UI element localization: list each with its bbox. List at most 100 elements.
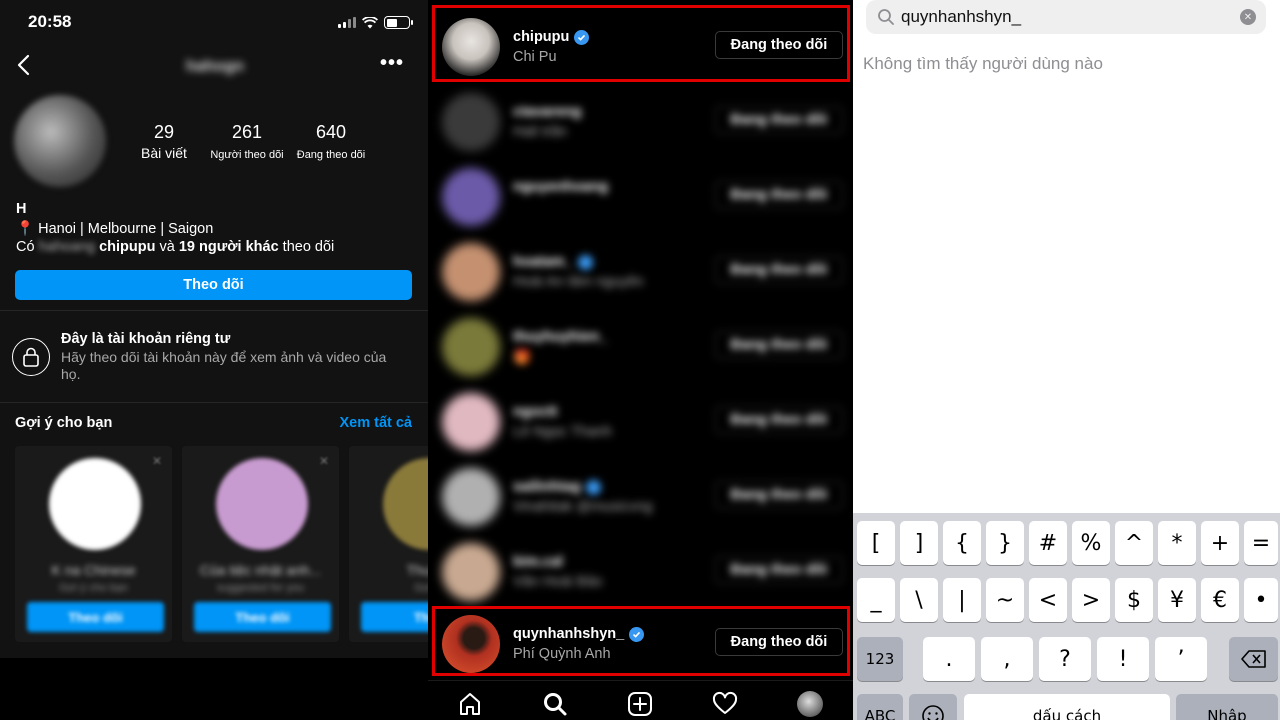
following-button[interactable]: Đang theo dõi bbox=[715, 106, 843, 134]
clear-icon[interactable]: ✕ bbox=[1240, 9, 1256, 25]
profile-tab-avatar[interactable] bbox=[796, 690, 824, 718]
following-button[interactable]: Đang theo dõi bbox=[715, 406, 843, 434]
space-key[interactable]: dấu cách bbox=[964, 694, 1170, 720]
suggestion-avatar bbox=[216, 458, 308, 550]
key[interactable]: * bbox=[1158, 521, 1196, 565]
key[interactable]: , bbox=[981, 637, 1033, 681]
key[interactable]: ¥ bbox=[1158, 578, 1196, 622]
key[interactable]: \ bbox=[900, 578, 938, 622]
key[interactable]: ! bbox=[1097, 637, 1149, 681]
back-icon[interactable] bbox=[14, 52, 36, 78]
home-icon[interactable] bbox=[456, 690, 484, 718]
suggestion-avatar bbox=[49, 458, 141, 550]
key[interactable]: ’ bbox=[1155, 637, 1207, 681]
key[interactable]: • bbox=[1244, 578, 1278, 622]
suggestion-sub: Gợi ý bbox=[414, 582, 428, 594]
full-name: 🎁 bbox=[513, 350, 532, 366]
key[interactable]: ] bbox=[900, 521, 938, 565]
stat-value: 29 bbox=[153, 122, 175, 142]
suggestion-card[interactable]: ✕ Của tiệc nhật anh... suggested for you… bbox=[182, 446, 339, 642]
username: sailinhtag bbox=[513, 479, 601, 495]
key[interactable]: { bbox=[943, 521, 981, 565]
stat-posts[interactable]: 29 Bài viết bbox=[140, 122, 188, 161]
following-button[interactable]: Đang theo dõi bbox=[715, 556, 843, 584]
username: thuyhuyhien_ bbox=[513, 329, 607, 345]
private-description: Hãy theo dõi tài khoản này để xem ảnh và… bbox=[61, 349, 387, 382]
abc-key[interactable]: ABC bbox=[857, 694, 903, 720]
battery-icon bbox=[384, 16, 413, 29]
key[interactable]: ? bbox=[1039, 637, 1091, 681]
list-item[interactable]: thuyhuyhien_ 🎁 Đang theo dõi bbox=[428, 309, 853, 383]
stat-followers[interactable]: 261 Người theo dõi bbox=[205, 122, 289, 161]
key[interactable]: # bbox=[1029, 521, 1067, 565]
key[interactable]: | bbox=[943, 578, 981, 622]
private-title: Đây là tài khoản riêng tư bbox=[61, 331, 231, 347]
username-text: ctavareng bbox=[513, 104, 582, 120]
list-item[interactable]: bim.cal Văn Hoài Bảo Đang theo dõi bbox=[428, 534, 853, 608]
suggestion-card[interactable]: Thuy... Gợi ý Theo bbox=[349, 446, 428, 642]
close-icon[interactable]: ✕ bbox=[152, 454, 162, 468]
follow-button[interactable]: Theo dõi bbox=[15, 270, 412, 300]
search-icon[interactable] bbox=[541, 690, 569, 718]
search-input[interactable]: quynhanhshyn_ bbox=[901, 7, 1021, 27]
display-name: H bbox=[16, 201, 27, 217]
numbers-key[interactable]: 123 bbox=[857, 637, 903, 681]
following-list-panel: chipupu Chi Pu Đang theo dõi ctavareng H… bbox=[428, 0, 853, 720]
location-text: Hanoi | Melbourne | Saigon bbox=[38, 221, 214, 237]
suggestion-avatar bbox=[383, 458, 428, 550]
key[interactable]: = bbox=[1244, 521, 1278, 565]
key[interactable]: < bbox=[1029, 578, 1067, 622]
suggestion-card[interactable]: ✕ K na Chinese Gợi ý cho bạn Theo dõi bbox=[15, 446, 172, 642]
username: bim.cal bbox=[513, 554, 563, 570]
key[interactable]: [ bbox=[857, 521, 895, 565]
close-icon[interactable]: ✕ bbox=[319, 454, 329, 468]
list-item[interactable]: nguyenhoang Đang theo dõi bbox=[428, 159, 853, 233]
key[interactable]: . bbox=[923, 637, 975, 681]
more-icon[interactable]: ••• bbox=[380, 52, 404, 75]
stat-label: Đang theo dõi bbox=[296, 149, 366, 161]
avatar bbox=[442, 318, 500, 376]
key[interactable]: $ bbox=[1115, 578, 1153, 622]
stat-following[interactable]: 640 Đang theo dõi bbox=[291, 122, 371, 161]
full-name: Lê Ngọc Thanh bbox=[513, 424, 612, 440]
wifi-icon bbox=[362, 16, 378, 28]
search-bar[interactable]: quynhanhshyn_ ✕ bbox=[866, 0, 1266, 34]
following-button[interactable]: Đang theo dõi bbox=[715, 181, 843, 209]
suggestion-follow-button[interactable]: Theo dõi bbox=[194, 602, 331, 632]
bio-location: 📍 Hanoi | Melbourne | Saigon bbox=[16, 220, 213, 237]
list-item[interactable]: ctavareng Hali trần Đang theo dõi bbox=[428, 84, 853, 158]
key[interactable]: ^ bbox=[1115, 521, 1153, 565]
suggestion-follow-button[interactable]: Theo bbox=[361, 602, 428, 632]
avatar bbox=[442, 93, 500, 151]
full-name: Văn Hoài Bảo bbox=[513, 574, 603, 590]
list-item[interactable]: hoatam_ Hoài An tâm nguyên Đang theo dõi bbox=[428, 234, 853, 308]
key[interactable]: % bbox=[1072, 521, 1110, 565]
following-button[interactable]: Đang theo dõi bbox=[715, 331, 843, 359]
avatar bbox=[442, 393, 500, 451]
add-post-icon[interactable] bbox=[626, 690, 654, 718]
suggestion-follow-button[interactable]: Theo dõi bbox=[27, 602, 164, 632]
following-button[interactable]: Đang theo dõi bbox=[715, 256, 843, 284]
username-text: nguyenhoang bbox=[513, 179, 609, 195]
list-item[interactable]: sailinhtag Vinahitak @musicvng Đang theo… bbox=[428, 459, 853, 533]
avatar bbox=[442, 468, 500, 526]
key[interactable]: + bbox=[1201, 521, 1239, 565]
key[interactable]: _ bbox=[857, 578, 895, 622]
key[interactable]: € bbox=[1201, 578, 1239, 622]
see-all-link[interactable]: Xem tất cả bbox=[339, 415, 412, 431]
emoji-key[interactable] bbox=[909, 694, 957, 720]
enter-key[interactable]: Nhập bbox=[1176, 694, 1278, 720]
full-name: Hoài An tâm nguyên bbox=[513, 274, 644, 290]
status-time: 20:58 bbox=[28, 12, 72, 31]
backspace-key[interactable] bbox=[1229, 637, 1278, 681]
heart-icon[interactable] bbox=[711, 690, 739, 718]
followed-by-mid: và bbox=[159, 239, 175, 255]
followed-by[interactable]: Có hahoang chipupu và 19 người khác theo… bbox=[16, 239, 334, 255]
key[interactable]: } bbox=[986, 521, 1024, 565]
suggestion-name: Của tiệc nhật anh... bbox=[199, 562, 322, 578]
key[interactable]: ~ bbox=[986, 578, 1024, 622]
following-button[interactable]: Đang theo dõi bbox=[715, 481, 843, 509]
list-item[interactable]: ngoctt Lê Ngọc Thanh Đang theo dõi bbox=[428, 384, 853, 458]
verified-icon bbox=[585, 479, 601, 495]
key[interactable]: > bbox=[1072, 578, 1110, 622]
